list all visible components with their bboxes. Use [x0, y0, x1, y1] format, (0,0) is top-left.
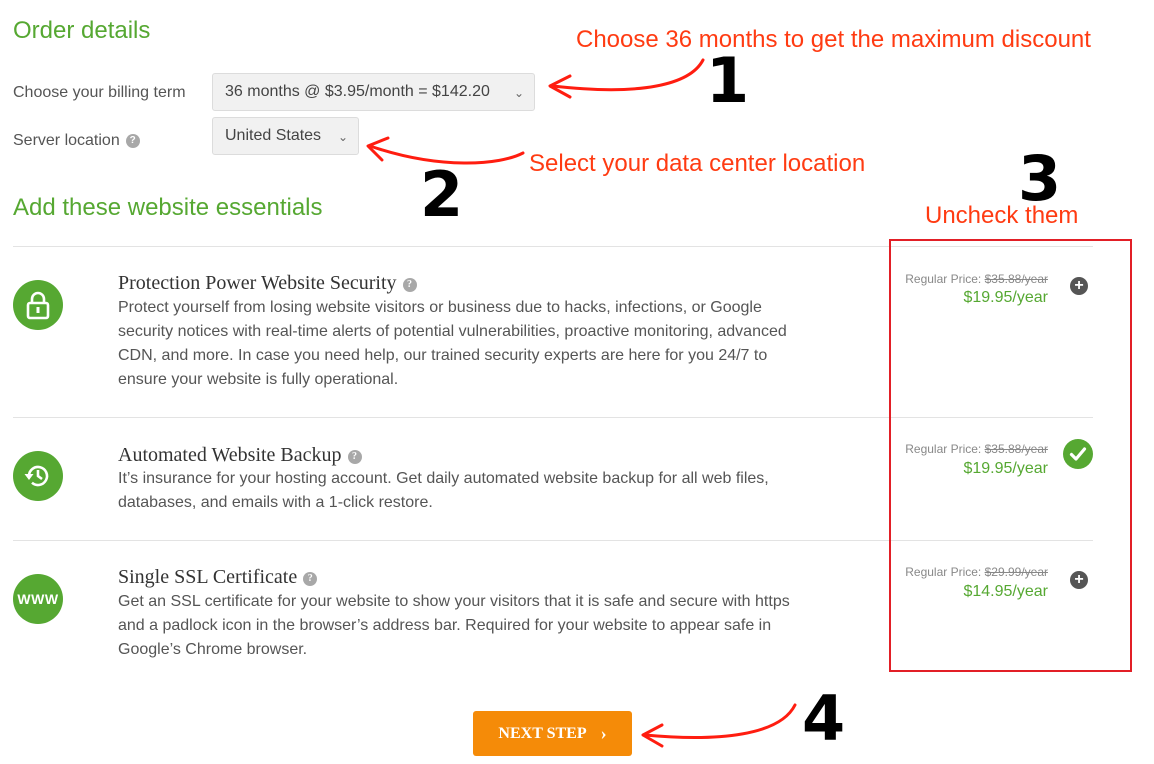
chevron-down-icon: ⌄: [513, 86, 524, 100]
server-location-label-text: Server location: [13, 132, 120, 149]
ssl-item-description: Get an SSL certificate for your website …: [118, 593, 790, 658]
billing-term-value: 36 months @ $3.95/month = $142.20: [225, 83, 490, 100]
lock-icon: [13, 280, 63, 330]
order-details-heading: Order details: [13, 17, 151, 44]
backup-item-description: It’s insurance for your hosting account.…: [118, 470, 769, 511]
help-icon[interactable]: ?: [402, 278, 417, 292]
ssl-item-title: Single SSL Certificate?: [118, 566, 318, 589]
help-icon[interactable]: ?: [303, 572, 318, 586]
help-icon[interactable]: ?: [347, 450, 362, 464]
chevron-down-icon: ⌄: [337, 130, 348, 144]
billing-term-label: Choose your billing term: [13, 84, 186, 101]
server-location-select[interactable]: United States ⌄: [212, 117, 359, 155]
backup-item-title: Automated Website Backup?: [118, 444, 362, 467]
backup-history-icon: [13, 451, 63, 501]
annotation-number-4: 4: [802, 682, 846, 755]
ssl-item-title-text: Single SSL Certificate: [118, 566, 298, 588]
annotation-number-1: 1: [706, 44, 750, 117]
backup-item-title-text: Automated Website Backup: [118, 444, 342, 466]
arrow-to-billing: [551, 58, 705, 92]
annotation-discount-note: Choose 36 months to get the maximum disc…: [576, 26, 1091, 53]
server-location-label: Server location?: [13, 132, 140, 150]
annotation-number-2: 2: [420, 158, 464, 231]
next-step-button[interactable]: NEXT STEP ›: [473, 711, 632, 756]
security-item-description: Protect yourself from losing website vis…: [118, 299, 787, 388]
chevron-right-icon: ›: [600, 723, 607, 743]
arrow-to-next-step: [643, 703, 797, 739]
security-item-title-text: Protection Power Website Security: [118, 272, 397, 294]
annotation-number-3: 3: [1018, 142, 1062, 215]
uncheck-highlight-box: [889, 239, 1132, 672]
help-icon[interactable]: ?: [125, 134, 140, 148]
essentials-heading: Add these website essentials: [13, 194, 323, 221]
billing-term-select[interactable]: 36 months @ $3.95/month = $142.20 ⌄: [212, 73, 535, 111]
www-icon: WWW: [13, 574, 63, 624]
www-icon-text: WWW: [17, 591, 59, 607]
next-step-label: NEXT STEP: [498, 724, 587, 742]
server-location-value: United States: [225, 127, 322, 144]
annotation-location-note: Select your data center location: [529, 150, 866, 177]
security-item-title: Protection Power Website Security?: [118, 272, 417, 295]
